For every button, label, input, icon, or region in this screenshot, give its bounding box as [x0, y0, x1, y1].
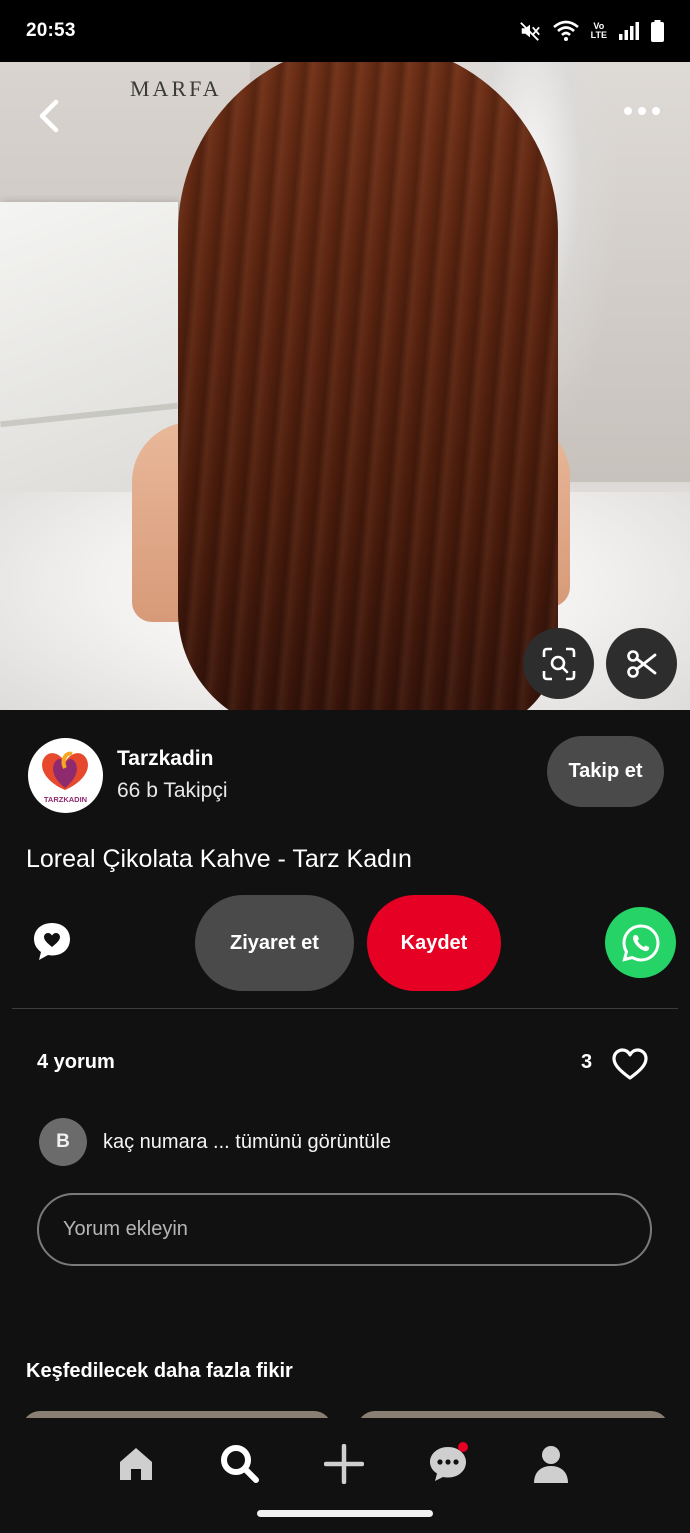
nav-create[interactable] — [314, 1434, 374, 1494]
volte-label-bottom: LTE — [590, 30, 607, 40]
action-row: Ziyaret et Kaydet — [0, 893, 690, 993]
visual-search-button[interactable] — [523, 628, 594, 699]
share-icon[interactable] — [30, 919, 74, 963]
comment-preview[interactable]: kaç numara ... tümünü görüntüle — [103, 1131, 391, 1154]
more-options-button[interactable] — [622, 98, 662, 124]
avatar[interactable]: TARZKADIN — [28, 738, 103, 813]
comment-input[interactable] — [37, 1193, 652, 1266]
creator-row: TARZKADIN Tarzkadin 66 b Takipçi Takip e… — [26, 736, 666, 816]
battery-icon — [651, 20, 664, 42]
nav-home[interactable] — [106, 1434, 166, 1494]
heart-icon[interactable] — [611, 1046, 649, 1082]
svg-text:TARZKADIN: TARZKADIN — [44, 795, 87, 804]
scissors-icon — [626, 649, 656, 678]
commenter-avatar[interactable]: B — [39, 1118, 87, 1166]
pin-title: Loreal Çikolata Kahve - Tarz Kadın — [26, 845, 412, 873]
status-icons: Vo LTE — [519, 20, 664, 42]
cutout-button[interactable] — [606, 628, 677, 699]
notification-dot — [458, 1442, 468, 1452]
visual-search-icon — [542, 647, 575, 680]
signal-icon — [619, 22, 639, 40]
visit-button[interactable]: Ziyaret et — [195, 895, 354, 991]
volte-icon: Vo LTE — [591, 22, 607, 40]
status-bar: 20:53 Vo LTE — [0, 0, 690, 62]
wifi-icon — [552, 20, 579, 41]
salon-sign: MARFA — [130, 76, 222, 101]
back-button[interactable] — [30, 96, 70, 136]
marble-vein — [0, 402, 178, 428]
hair — [178, 62, 558, 710]
reaction-count: 3 — [581, 1051, 593, 1073]
save-button[interactable]: Kaydet — [367, 895, 501, 991]
brand-logo: TARZKADIN — [42, 751, 88, 804]
creator-name[interactable]: Tarzkadin — [117, 747, 213, 771]
pin-image[interactable]: MARFA — [0, 62, 690, 710]
nav-search[interactable] — [210, 1434, 270, 1494]
more-ideas-heading: Keşfedilecek daha fazla fikir — [26, 1360, 293, 1382]
status-time: 20:53 — [26, 20, 76, 41]
follow-button[interactable]: Takip et — [547, 736, 664, 807]
comment-count[interactable]: 4 yorum — [37, 1051, 115, 1074]
profile-icon — [534, 1446, 568, 1483]
divider — [12, 1008, 678, 1009]
create-icon — [324, 1444, 364, 1484]
whatsapp-icon — [621, 923, 660, 962]
whatsapp-share-button[interactable] — [605, 907, 676, 978]
search-icon — [221, 1445, 259, 1483]
mute-icon — [519, 22, 540, 41]
home-indicator[interactable] — [257, 1510, 433, 1517]
nav-messages[interactable] — [418, 1434, 478, 1494]
follower-count: 66 b Takipçi — [117, 779, 228, 802]
home-icon — [120, 1448, 152, 1480]
nav-profile[interactable] — [521, 1434, 581, 1494]
